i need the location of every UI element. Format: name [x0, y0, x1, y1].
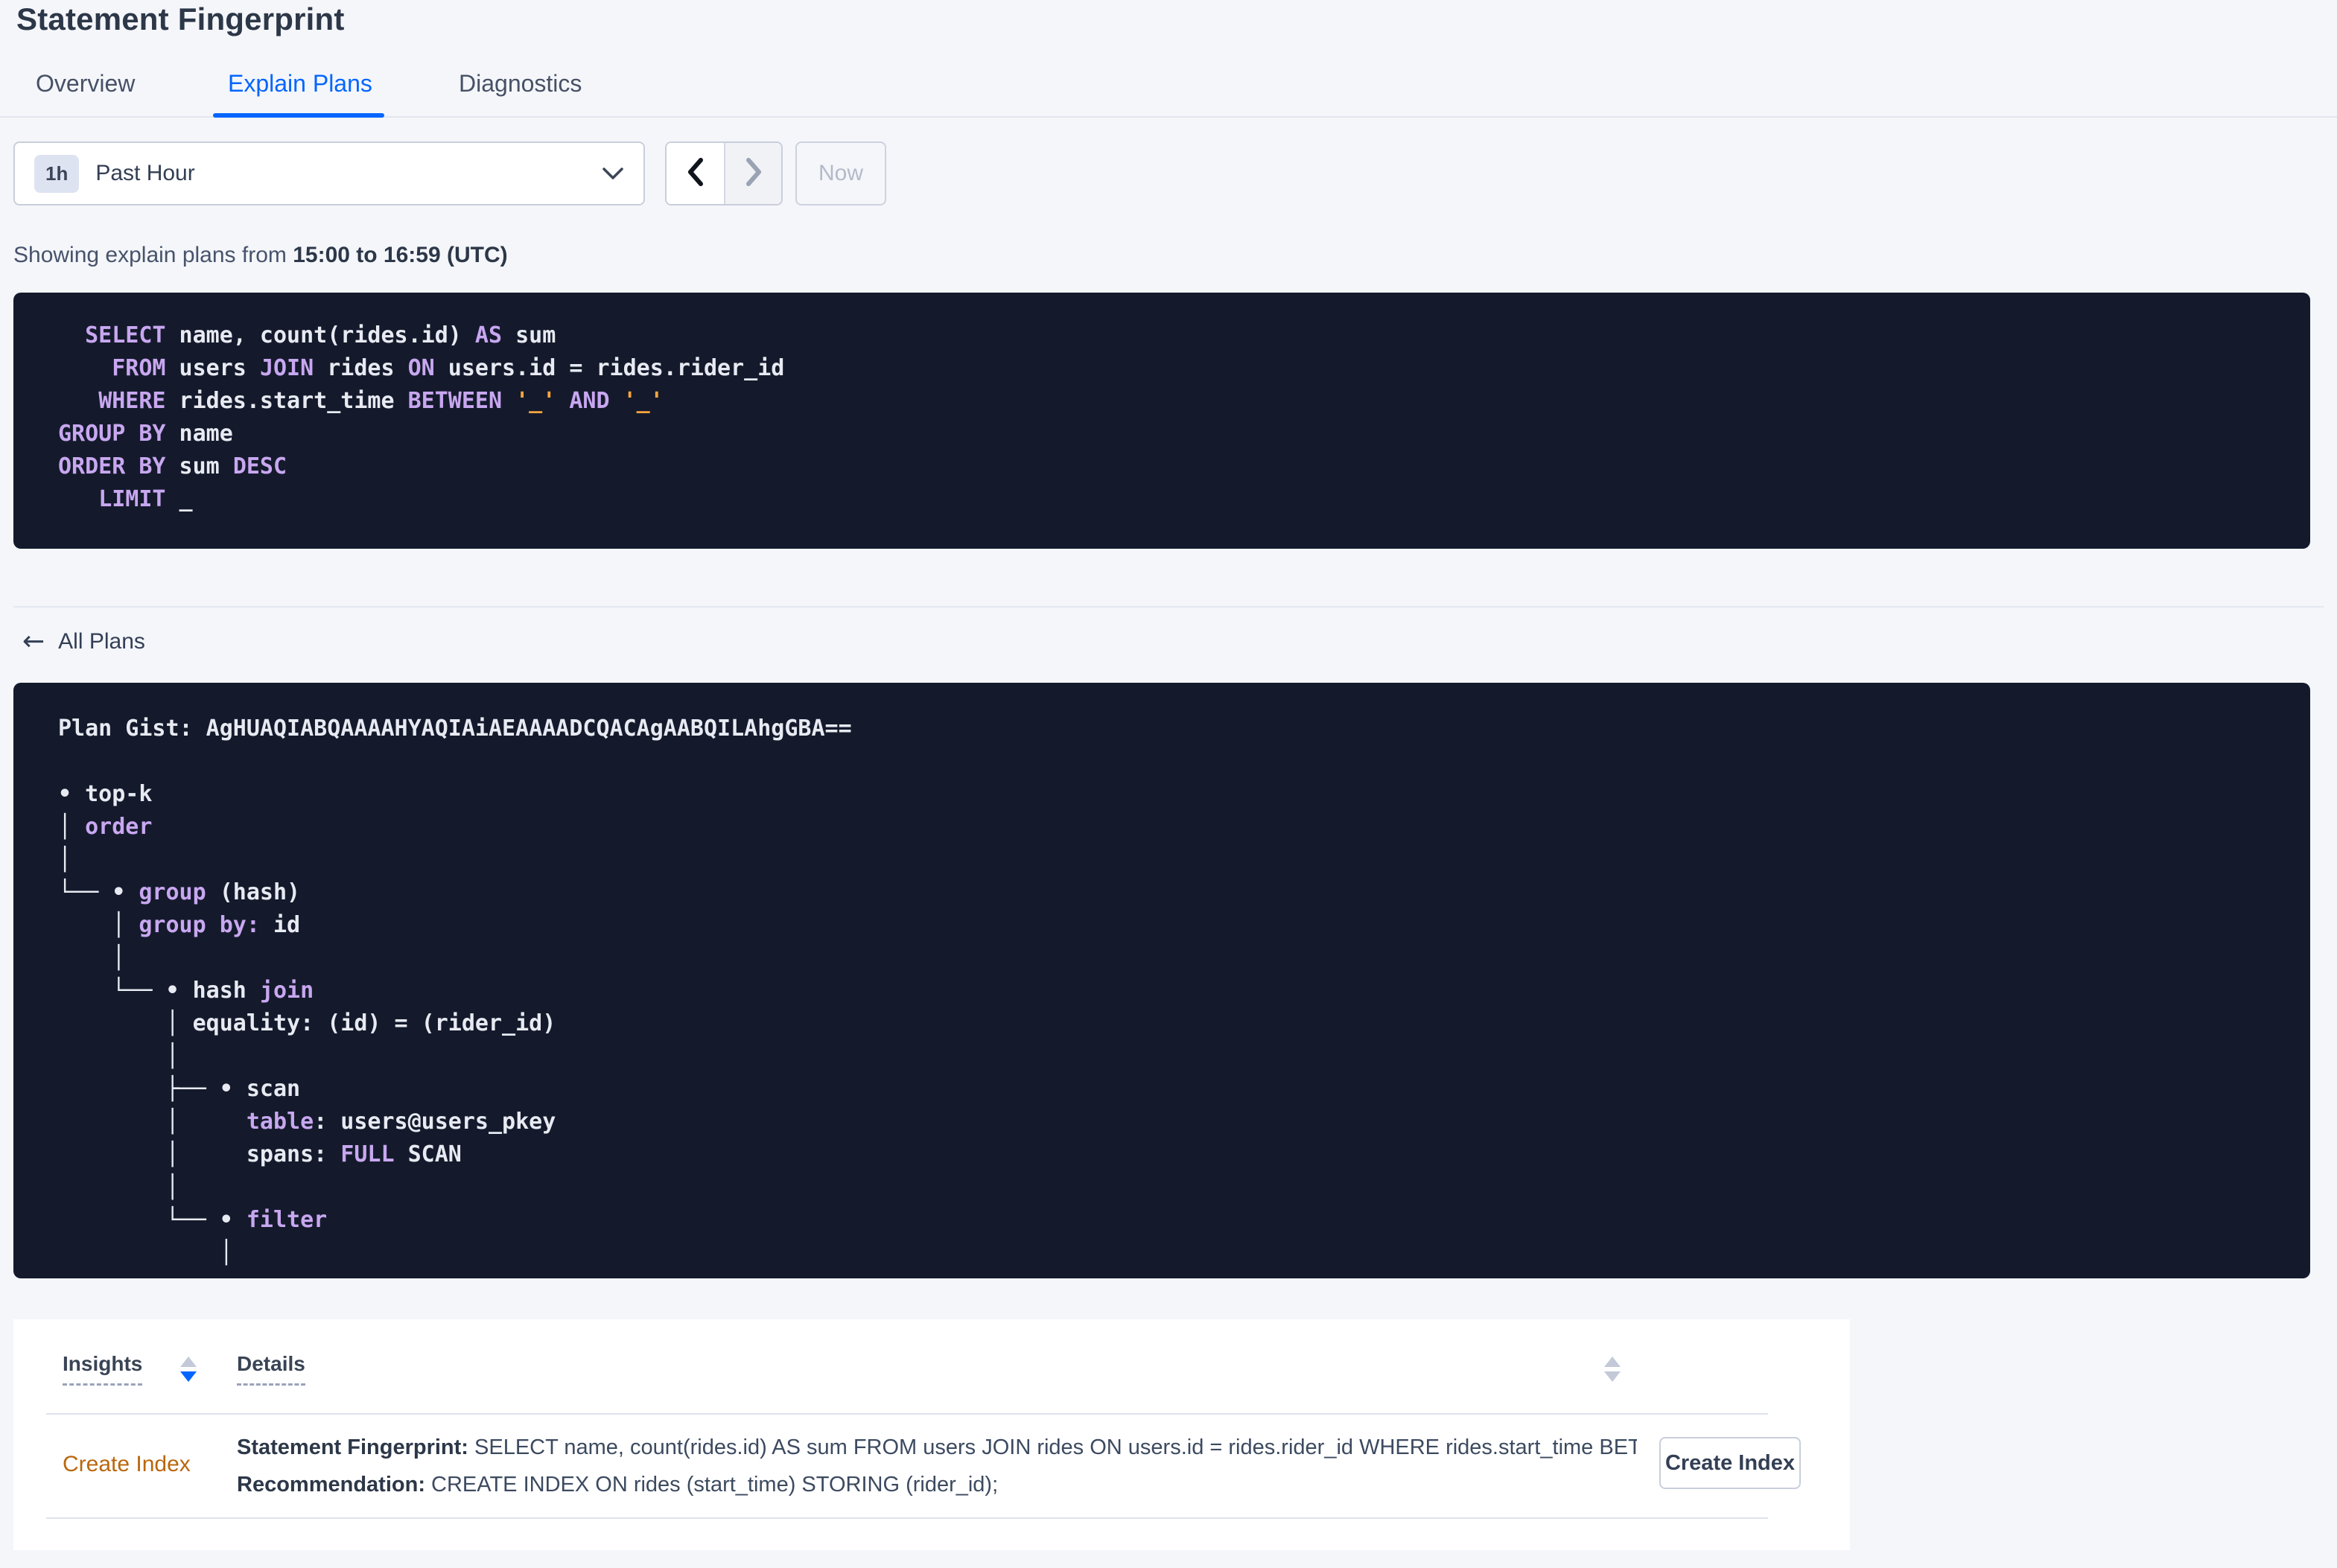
- all-plans-label: All Plans: [58, 629, 145, 654]
- chevron-down-icon: [602, 167, 624, 180]
- code-line: │: [58, 1174, 179, 1200]
- code-line: ├── • scan: [58, 1076, 301, 1102]
- insight-type-link[interactable]: Create Index: [63, 1452, 191, 1477]
- all-plans-back-link[interactable]: ← All Plans: [22, 628, 145, 655]
- range-value: 15:00 to 16:59 (UTC): [293, 243, 508, 267]
- sort-desc-icon: [180, 1371, 197, 1382]
- code-line: │ spans: FULL SCAN: [58, 1141, 462, 1167]
- code-line: │: [58, 1240, 233, 1266]
- code-line: └── • hash join: [58, 978, 314, 1004]
- code-line: │: [58, 1043, 179, 1069]
- code-line: │ order: [58, 814, 153, 840]
- code-line: └── • filter: [58, 1207, 328, 1233]
- table-row-divider: [46, 1517, 1768, 1519]
- insights-card: Insights Details Create Index Statement …: [13, 1319, 1850, 1550]
- chevron-left-icon: [684, 156, 707, 192]
- code-line: SELECT name, count(rides.id) AS sum: [85, 322, 556, 348]
- code-line: │ group by: id: [58, 912, 301, 938]
- sort-icon-details[interactable]: [1604, 1357, 1621, 1382]
- code-line: ORDER BY sum DESC: [58, 453, 287, 479]
- plan-gist-box: Plan Gist: AgHUAQIABQAAAAHYAQIAiAEAAAADC…: [13, 683, 2310, 1278]
- create-index-button[interactable]: Create Index: [1659, 1437, 1801, 1489]
- plan-gist-text: Plan Gist: AgHUAQIABQAAAAHYAQIAiAEAAAADC…: [58, 716, 852, 742]
- sql-statement-box: SELECT name, count(rides.id) AS sum FROM…: [13, 293, 2310, 549]
- code-line: WHERE rides.start_time BETWEEN '_' AND '…: [98, 388, 664, 414]
- sort-icon-insights[interactable]: [180, 1357, 197, 1382]
- tab-overview[interactable]: Overview: [36, 68, 135, 98]
- code-line: │: [58, 847, 72, 873]
- code-line: GROUP BY name: [58, 421, 233, 447]
- tab-diagnostics[interactable]: Diagnostics: [459, 68, 582, 98]
- sql-code: SELECT name, count(rides.id) AS sum FROM…: [58, 319, 2266, 516]
- showing-range-text: Showing explain plans from 15:00 to 16:5…: [13, 243, 508, 267]
- time-range-badge: 1h: [34, 154, 80, 193]
- code-line: LIMIT _: [98, 486, 193, 512]
- next-time-button[interactable]: [724, 143, 781, 204]
- code-line: └── • group (hash): [58, 879, 301, 905]
- sort-asc-icon: [180, 1357, 197, 1367]
- table-header-divider: [46, 1413, 1768, 1415]
- time-range-label: Past Hour: [95, 161, 195, 185]
- now-button[interactable]: Now: [795, 141, 886, 205]
- chevron-right-icon: [743, 156, 765, 192]
- column-header-insights[interactable]: Insights: [63, 1352, 143, 1386]
- code-line: • top-k: [58, 781, 153, 807]
- tab-explain-plans[interactable]: Explain Plans: [228, 68, 372, 98]
- prev-time-button[interactable]: [667, 143, 724, 204]
- code-line: FROM users JOIN rides ON users.id = ride…: [112, 355, 785, 381]
- sort-desc-icon: [1604, 1371, 1621, 1382]
- time-range-dropdown[interactable]: 1h Past Hour: [13, 141, 645, 205]
- active-tab-underline: [213, 113, 384, 118]
- code-line: │ equality: (id) = (rider_id): [58, 1010, 556, 1036]
- code-line: │ table: users@users_pkey: [58, 1109, 556, 1135]
- sort-asc-icon: [1604, 1357, 1621, 1367]
- detail-statement-fingerprint: Statement Fingerprint: SELECT name, coun…: [237, 1435, 1637, 1459]
- time-nav-group: [665, 141, 783, 205]
- plan-tree: • top-k │ order │ └── • group (hash) │ grou…: [58, 778, 2266, 1269]
- section-divider: [13, 606, 2324, 608]
- page-title: Statement Fingerprint: [16, 1, 345, 36]
- code-line: │: [58, 945, 126, 971]
- column-header-details[interactable]: Details: [237, 1352, 305, 1386]
- detail-recommendation: Recommendation: CREATE INDEX ON rides (s…: [237, 1473, 999, 1497]
- arrow-left-icon: ←: [22, 626, 45, 657]
